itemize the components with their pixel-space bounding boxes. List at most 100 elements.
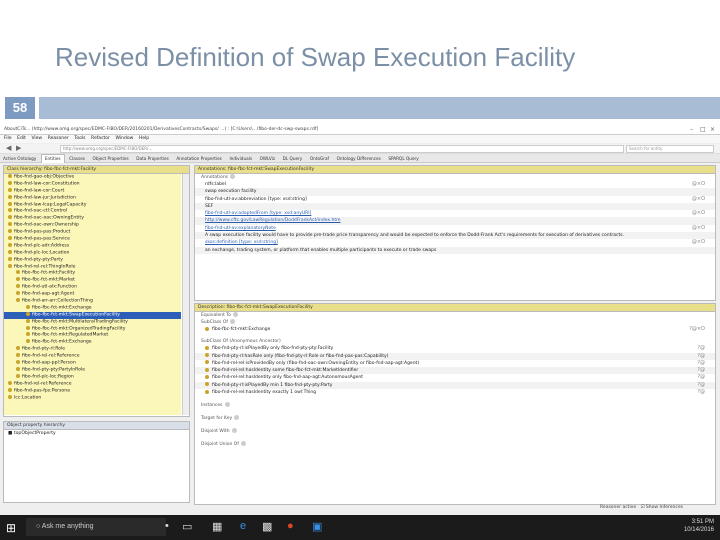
- tree-item[interactable]: fibo-fnd-oac-ctl:Control: [4, 208, 181, 215]
- edit-controls-icon[interactable]: @×O: [692, 239, 705, 246]
- list-item[interactable]: ■ topObjectProperty: [4, 430, 189, 437]
- store-icon[interactable]: ▩: [262, 520, 272, 533]
- ancestor-item[interactable]: fibo-fnd-rel-rel:isProvidedBy only (fibo…: [195, 360, 715, 367]
- tree-item[interactable]: fibo-fnd-law-jur:Jurisdiction: [4, 194, 181, 202]
- tree-item[interactable]: fibo-fnd-pty-pty:Party: [4, 256, 181, 264]
- tree-item[interactable]: fibo-fnd-rel-rel:Reference: [4, 380, 181, 388]
- annotation-item[interactable]: an exchange, trading system, or platform…: [195, 246, 715, 254]
- minimize-icon[interactable]: –: [690, 126, 693, 133]
- edit-controls-icon[interactable]: @×O: [692, 196, 705, 203]
- menu-edit[interactable]: Edit: [17, 135, 26, 143]
- tree-item[interactable]: fibo-fnd-pas-fps:Persona: [4, 387, 181, 395]
- tree-item[interactable]: fibo-fnd-rel-rel:ThingInRole: [4, 263, 181, 271]
- add-icon[interactable]: [230, 174, 236, 179]
- tab-data-properties[interactable]: Data Properties: [133, 155, 172, 163]
- annotation-item[interactable]: A swap execution facility would have to …: [195, 232, 715, 240]
- tree-item[interactable]: fibo-fnd-oac-oac:OwningEntity: [4, 215, 181, 222]
- tree-item[interactable]: fibo-fbc-fct-mkt:MultilateralTradingFaci…: [4, 318, 181, 326]
- tab-annotation-properties[interactable]: Annotation Properties: [173, 155, 224, 163]
- tree-item[interactable]: fibo-fnd-pas-pas:Service: [4, 236, 181, 243]
- tab-ontograf[interactable]: OntoGraf: [307, 155, 332, 163]
- edit-controls-icon[interactable]: ?@: [697, 360, 705, 367]
- edit-controls-icon[interactable]: @×O: [692, 210, 705, 217]
- edit-controls-icon[interactable]: @×O: [692, 181, 705, 188]
- tree-item[interactable]: fibo-fnd-gao-obj:Objective: [4, 174, 181, 181]
- menu-window[interactable]: Window: [116, 135, 134, 143]
- edit-controls-icon[interactable]: ?@: [697, 367, 705, 374]
- tree-item[interactable]: fibo-fnd-pty-rl:Role: [4, 346, 181, 353]
- microphone-icon[interactable]: •: [165, 520, 169, 532]
- add-icon[interactable]: [233, 312, 239, 317]
- tree-item[interactable]: fibo-fbc-fct-mkt:Facility: [4, 270, 181, 277]
- ancestor-item[interactable]: fibo-fnd-pty-rl:hasRole only (fibo-fnd-p…: [195, 352, 715, 360]
- tree-item[interactable]: fibo-fnd-aap-agt:Agent: [4, 291, 181, 298]
- tree-item[interactable]: fibo-fnd-pty-pty:PartyInRole: [4, 366, 181, 374]
- tree-item[interactable]: fibo-fnd-oac-own:Ownership: [4, 222, 181, 229]
- menu-tools[interactable]: Tools: [74, 135, 85, 143]
- windows-start-icon[interactable]: ⊞: [6, 521, 16, 535]
- tab-object-properties[interactable]: Object Properties: [90, 155, 132, 163]
- checkbox-icon[interactable]: ☑: [640, 505, 644, 510]
- ontology-iri-field[interactable]: http://www.omg.org/spec/EDMC-FIBO/DER/..…: [60, 145, 624, 153]
- tab-ontology-differences[interactable]: Ontology Differences: [334, 155, 384, 163]
- annotation-item[interactable]: SEF: [195, 202, 715, 211]
- add-icon[interactable]: [224, 402, 230, 408]
- forward-arrow-icon[interactable]: ▶: [16, 144, 21, 152]
- annotation-item[interactable]: fibo-fnd-utl-av:abbreviation [type: xsd:…: [195, 196, 715, 203]
- tree-item[interactable]: fibo-fbc-fct-mkt:RegulatedMarket: [4, 332, 181, 339]
- edit-controls-icon[interactable]: ?@: [697, 382, 705, 389]
- file-explorer-icon[interactable]: ▦: [212, 520, 222, 533]
- tab-individuals[interactable]: Individuals: [226, 155, 255, 163]
- ancestor-item[interactable]: fibo-fnd-rel-rel:hasIdentity exactly 1 o…: [195, 389, 715, 396]
- annotation-item[interactable]: swap execution facility: [195, 188, 715, 196]
- tree-item[interactable]: fibo-fnd-law-cor:Constitution: [4, 180, 181, 188]
- add-icon[interactable]: [234, 415, 240, 421]
- tree-item[interactable]: fibo-fnd-pas-pas:Product: [4, 229, 181, 236]
- menu-file[interactable]: File: [4, 135, 12, 143]
- edit-controls-icon[interactable]: @×O: [692, 225, 705, 232]
- tree-item[interactable]: fibo-fnd-law-cor:Court: [4, 187, 181, 195]
- tab-classes[interactable]: Classes: [66, 155, 88, 163]
- edit-controls-icon[interactable]: ?@: [697, 374, 705, 381]
- ancestor-item[interactable]: fibo-fnd-rel-rel:hasIdentity only fibo-f…: [195, 374, 715, 381]
- annotation-item[interactable]: fibo-fnd-utl-av:adaptedFrom [type: xsd:a…: [195, 210, 715, 217]
- app-icon-2[interactable]: ▣: [312, 520, 322, 533]
- tree-item[interactable]: fibo-fnd-arr-arr:CollectionThing: [4, 298, 181, 305]
- edit-controls-icon[interactable]: ?@: [697, 345, 705, 352]
- maximize-icon[interactable]: □: [700, 126, 706, 133]
- tree-item[interactable]: fibo-fnd-plc-loc:Region: [4, 373, 181, 381]
- entity-search-input[interactable]: Search for entity: [626, 145, 714, 153]
- add-icon[interactable]: [240, 441, 246, 447]
- app-icon[interactable]: ●: [287, 520, 294, 532]
- tab-owlviz[interactable]: OWLViz: [257, 155, 278, 163]
- cortana-search-input[interactable]: ○ Ask me anything: [26, 518, 166, 536]
- menu-view[interactable]: View: [31, 135, 42, 143]
- tab-active-ontology[interactable]: Active Ontology: [0, 155, 39, 163]
- annotation-item[interactable]: http://www.cftc.gov/LawRegulation/DoddFr…: [195, 217, 715, 225]
- ancestor-item[interactable]: fibo-fnd-pty-rl:isPlayedBy only fibo-fnd…: [195, 345, 715, 352]
- tree-item[interactable]: fibo-fnd-plc-loc:Location: [4, 249, 181, 257]
- tree-scrollbar[interactable]: [182, 174, 189, 415]
- edge-browser-icon[interactable]: e: [240, 520, 246, 532]
- ancestor-item[interactable]: fibo-fnd-rel-rel:hasIdentity some fibo-f…: [195, 367, 715, 375]
- tab-sparql-query[interactable]: SPARQL Query: [385, 155, 421, 163]
- tree-item[interactable]: fibo-fnd-aap-ppl:Person: [4, 360, 181, 367]
- edit-controls-icon[interactable]: ?@×O: [689, 326, 705, 333]
- tree-item[interactable]: fibo-fbc-fct-mkt:SwapExecutionFacility: [4, 311, 181, 319]
- task-view-icon[interactable]: ▭: [182, 520, 192, 533]
- tree-item[interactable]: fibo-fbc-fct-mkt:OrganizedTradingFacilit…: [4, 325, 181, 333]
- tree-item[interactable]: lcc:Location: [4, 394, 181, 402]
- back-arrow-icon[interactable]: ◀: [6, 144, 11, 152]
- tab-entities[interactable]: Entities: [40, 154, 65, 163]
- tree-item[interactable]: fibo-fnd-utl-alx:Function: [4, 284, 181, 291]
- menu-refactor[interactable]: Refactor: [91, 135, 110, 143]
- annotation-item[interactable]: fibo-fnd-utl-av:explanatoryNote @×O: [195, 225, 715, 232]
- tree-item[interactable]: fibo-fbc-fct-mkt:Exchange: [4, 304, 181, 312]
- annotation-item[interactable]: rdfs:label @×O: [195, 181, 715, 188]
- tree-item[interactable]: fibo-fnd-rel-rel:Reference: [4, 353, 181, 360]
- menu-help[interactable]: Help: [139, 135, 149, 143]
- edit-controls-icon[interactable]: ?@: [697, 389, 705, 396]
- tree-item[interactable]: fibo-fnd-law-lcap:LegalCapacity: [4, 201, 181, 209]
- tree-item[interactable]: fibo-fnd-plc-adr:Address: [4, 242, 181, 250]
- close-icon[interactable]: ×: [710, 126, 715, 133]
